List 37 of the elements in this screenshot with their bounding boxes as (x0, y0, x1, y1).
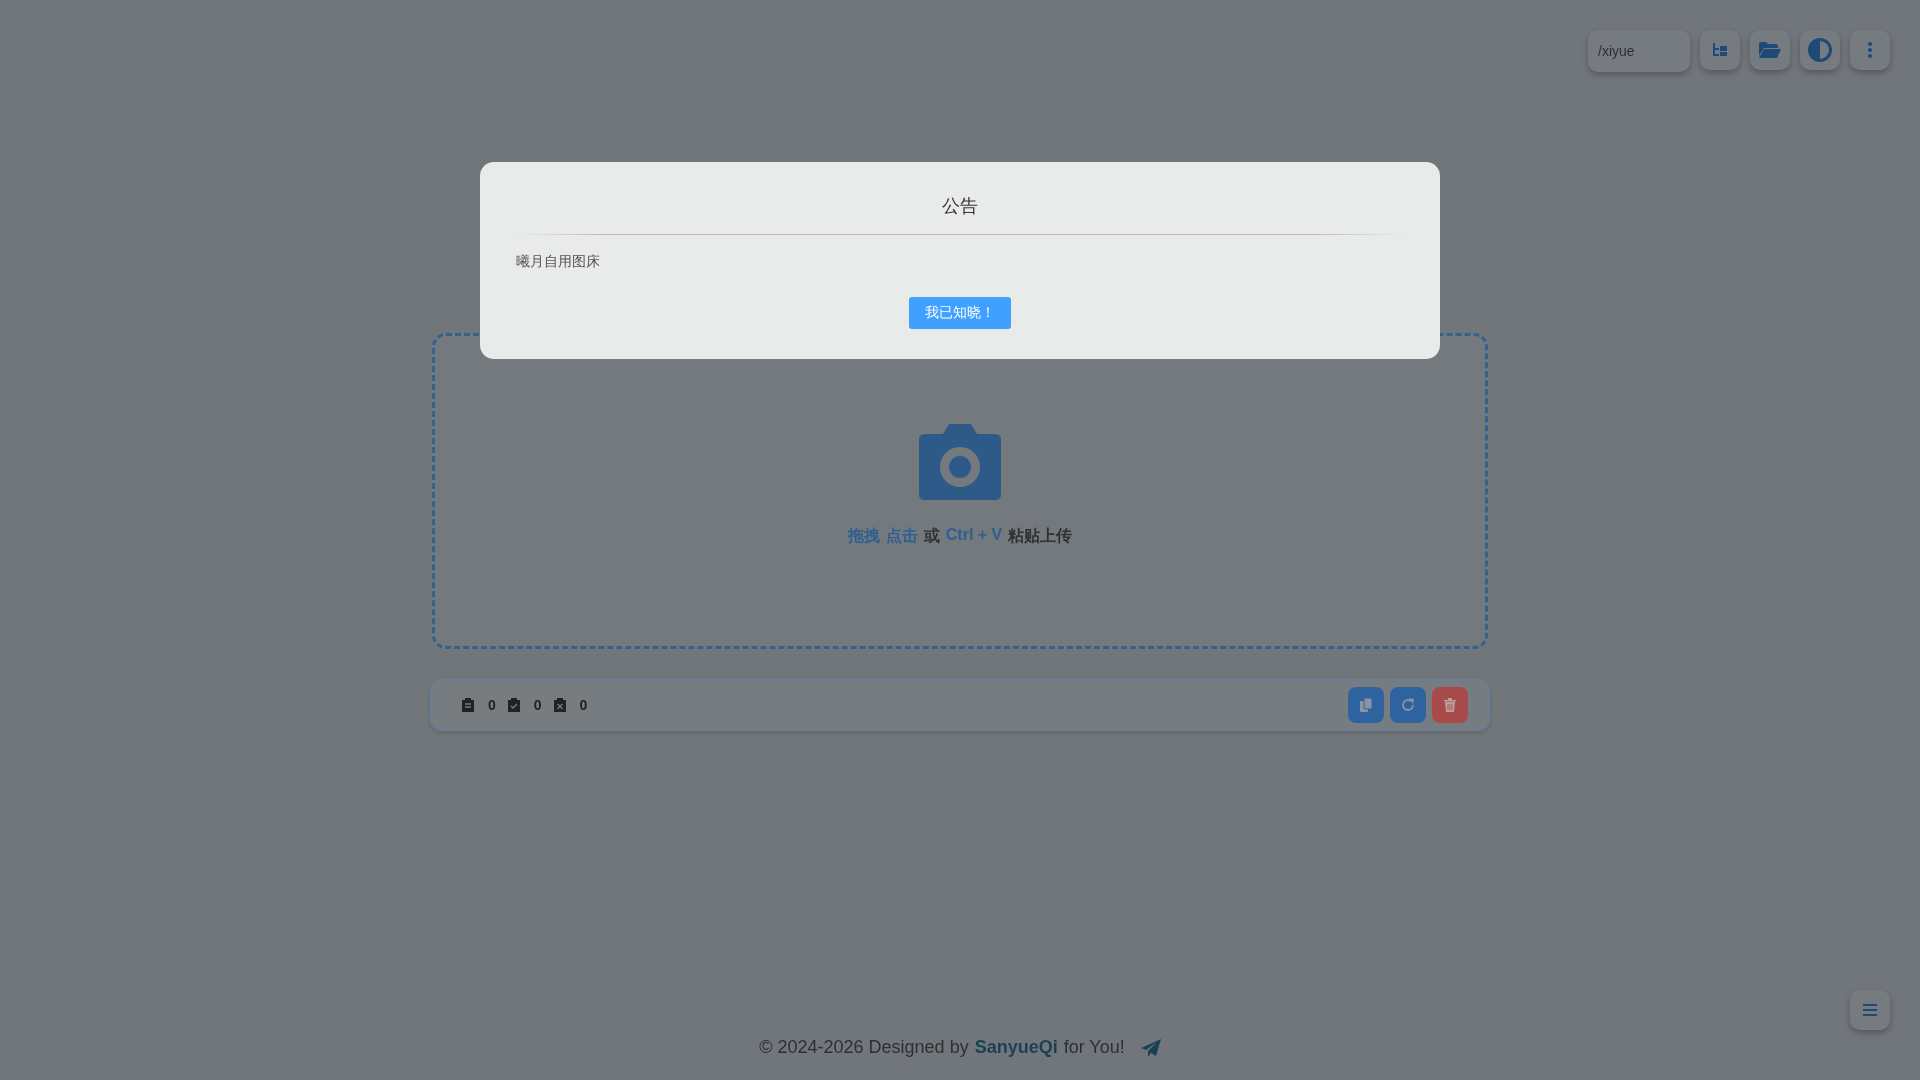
copy-button[interactable] (1348, 687, 1384, 723)
path-field[interactable]: /xiyue (1588, 30, 1690, 72)
tree-button[interactable] (1700, 30, 1740, 70)
folder-button[interactable] (1750, 30, 1790, 70)
sitemap-icon (1712, 43, 1728, 57)
upload-link[interactable]: 点击 (885, 525, 918, 547)
dialog-title: 公告 (942, 195, 978, 218)
more-icon (1868, 42, 1872, 58)
clipboard-check-icon (507, 698, 520, 712)
refresh-button[interactable] (1390, 687, 1426, 723)
count-text: 0 (579, 697, 588, 713)
copy-icon (1360, 698, 1372, 712)
trash-icon (1444, 698, 1456, 712)
upload-link[interactable]: 拖拽 (847, 525, 880, 547)
camera-icon (919, 423, 1001, 500)
more-button[interactable] (1850, 30, 1890, 70)
count-text: 0 (488, 697, 496, 713)
acknowledge-button[interactable]: 我已知晓！ (909, 297, 1011, 329)
upload-hint-text: 或 (923, 525, 940, 546)
menu-button[interactable] (1850, 990, 1890, 1030)
refresh-icon (1401, 698, 1415, 712)
footer-text: for You! (1063, 1037, 1125, 1058)
theme-button[interactable] (1800, 30, 1840, 70)
upload-hint-text: 粘贴上传 (1008, 525, 1073, 546)
clipboard-icon (462, 698, 474, 712)
contrast-icon (1808, 38, 1832, 62)
footer-text: © 2024-2026 Designed by (759, 1037, 969, 1058)
clipboard-x-icon (553, 698, 566, 712)
count-text: 0 (533, 697, 542, 713)
paper-plane-icon (1140, 1038, 1161, 1057)
author-link[interactable]: SanyueQi (974, 1037, 1058, 1058)
delete-button[interactable] (1432, 687, 1468, 723)
notice-text: 曦月自用图床 (516, 253, 600, 271)
upload-link[interactable]: Ctrl + V (945, 525, 1003, 547)
menu-icon (1863, 1004, 1877, 1016)
folder-icon (1759, 42, 1781, 58)
upload-area[interactable]: 拖拽 点击 或 Ctrl + V 粘贴上传 (432, 333, 1488, 649)
